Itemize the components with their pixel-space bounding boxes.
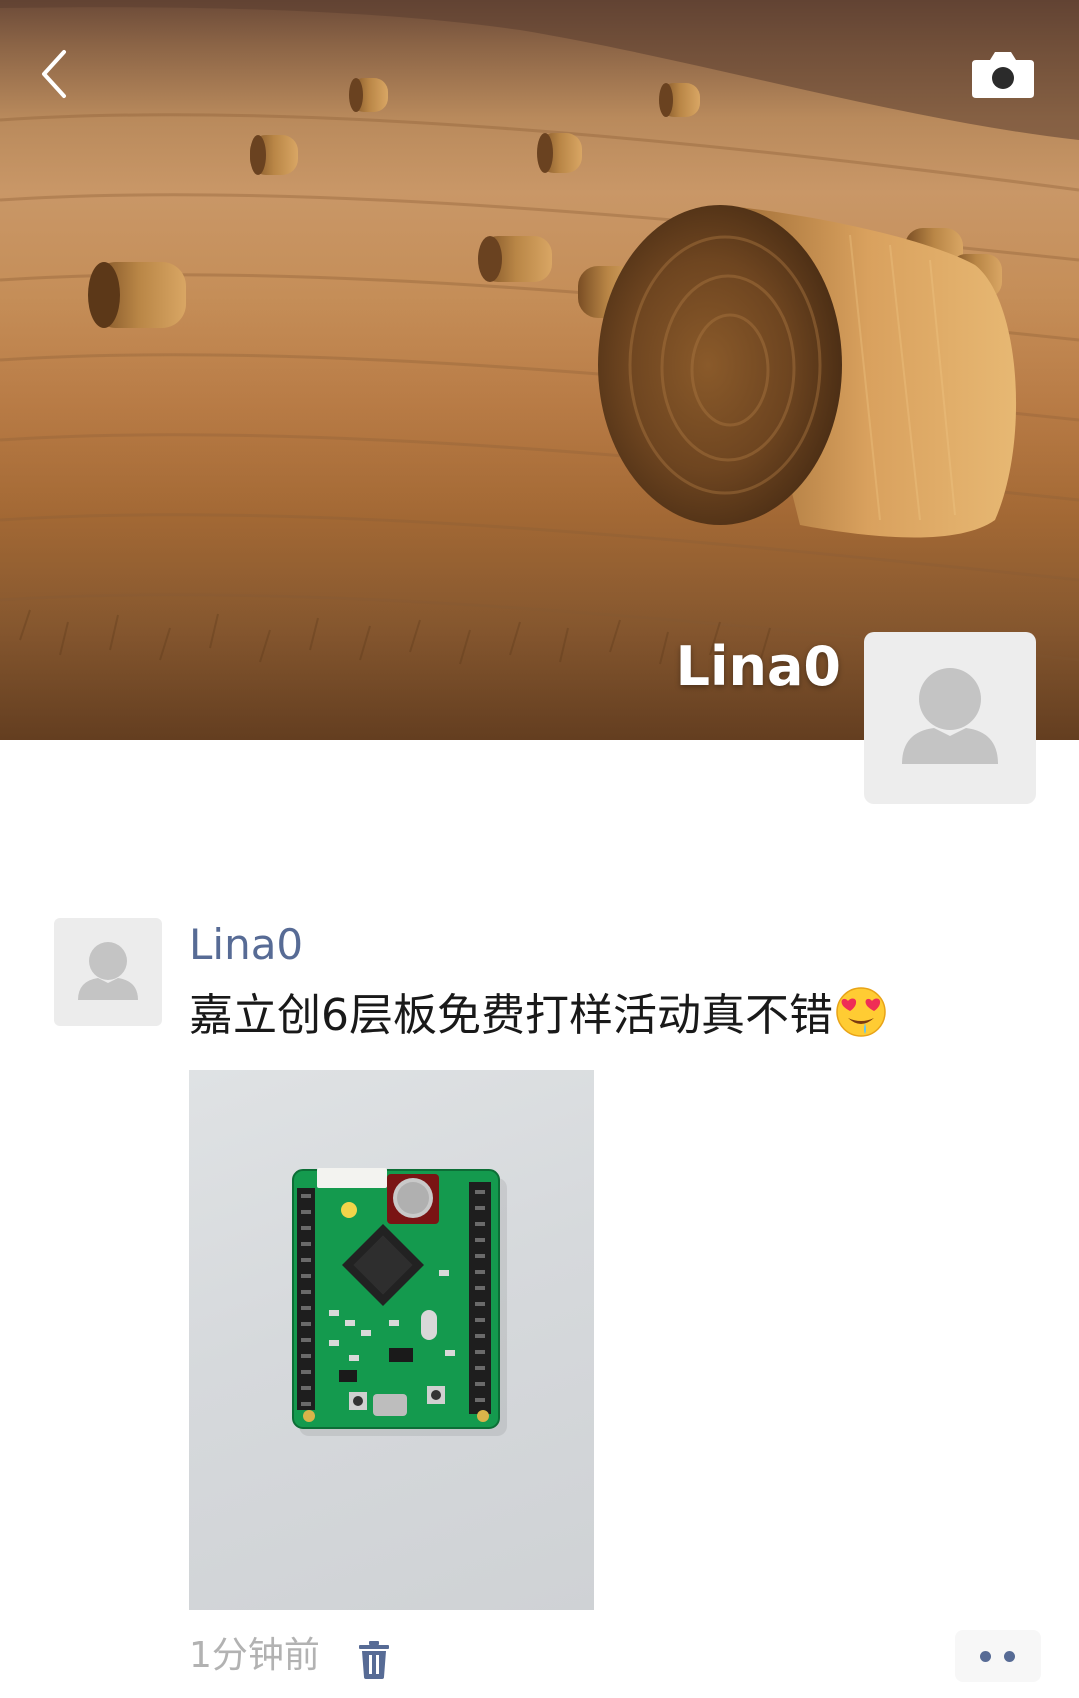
post-photo[interactable]: [189, 1070, 594, 1610]
hay-field-illustration: [0, 0, 1079, 740]
default-user-icon: [902, 668, 998, 764]
cover-image[interactable]: Lina0: [0, 0, 1079, 740]
post-author-name[interactable]: Lina0: [189, 921, 303, 968]
camera-icon: [972, 52, 1034, 98]
delete-button[interactable]: [356, 1638, 392, 1680]
back-button[interactable]: [30, 44, 90, 104]
more-dots-icon: [980, 1651, 991, 1662]
pcb-board-photo: [292, 1168, 507, 1436]
profile-avatar[interactable]: [864, 632, 1036, 804]
default-user-icon: [78, 942, 138, 1000]
chevron-left-icon: [42, 50, 66, 98]
more-dots-icon: [1004, 1651, 1015, 1662]
post-text-content: 嘉立创6层板免费打样活动真不错: [189, 990, 833, 1041]
post-author-avatar[interactable]: [54, 918, 162, 1026]
trash-icon: [359, 1641, 389, 1679]
profile-name: Lina0: [675, 635, 841, 698]
moments-screen: Lina0 Lina0 嘉立创6层板免费打样活动真不错 1分钟前: [0, 0, 1079, 1698]
more-actions-button[interactable]: [955, 1630, 1041, 1682]
camera-button[interactable]: [970, 46, 1036, 102]
star-struck-drooling-emoji: [836, 987, 886, 1037]
post-text: 嘉立创6层板免费打样活动真不错: [189, 986, 887, 1043]
post-timestamp: 1分钟前: [189, 1635, 320, 1676]
